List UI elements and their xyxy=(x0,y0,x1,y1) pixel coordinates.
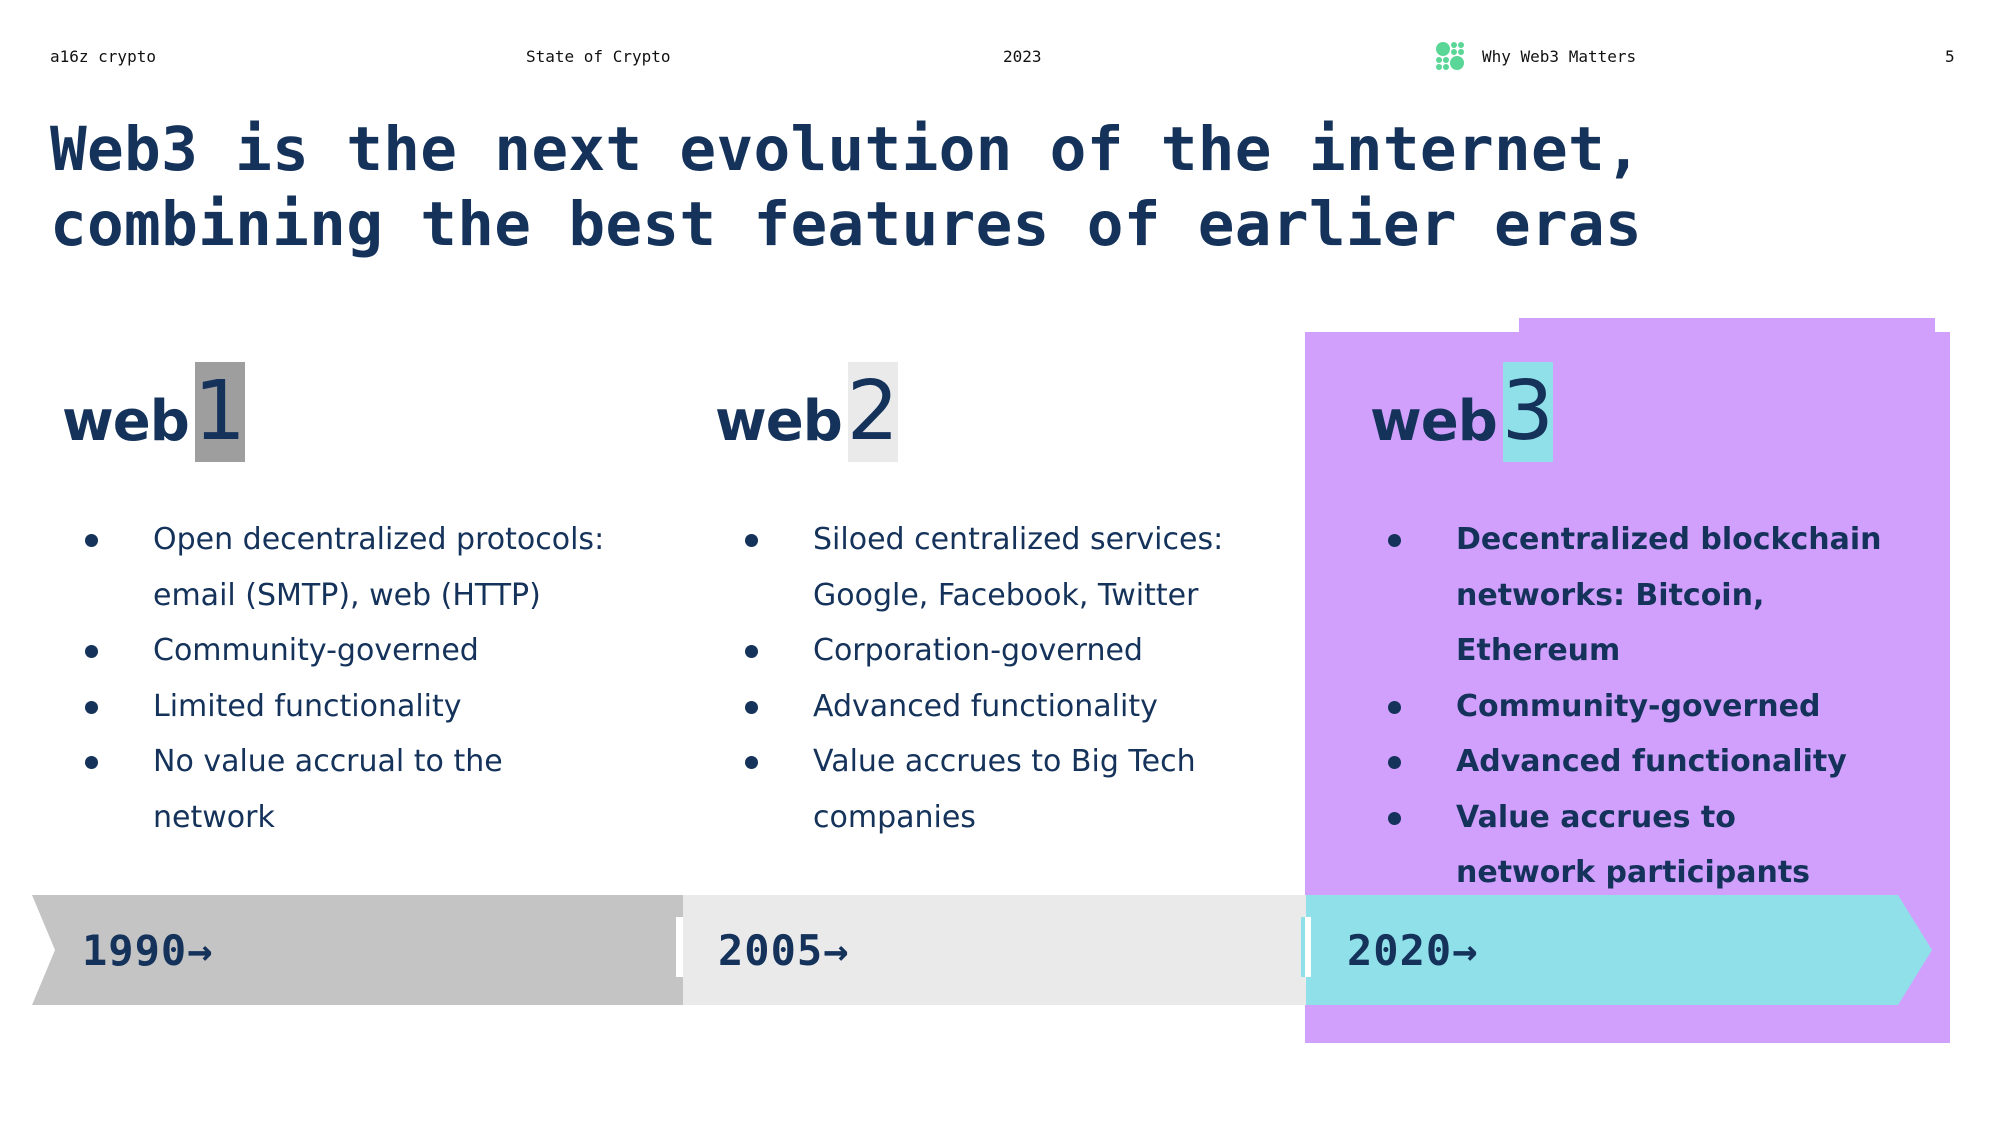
timeline-label-2005: 2005→ xyxy=(718,925,850,975)
timeline-label-2020: 2020→ xyxy=(1347,925,1479,975)
timeline-label-1990: 1990→ xyxy=(82,925,214,975)
timeline-divider xyxy=(1301,917,1305,977)
timeline-arrow xyxy=(32,895,1932,1005)
timeline-divider xyxy=(1305,917,1311,977)
timeline-divider xyxy=(676,917,683,977)
